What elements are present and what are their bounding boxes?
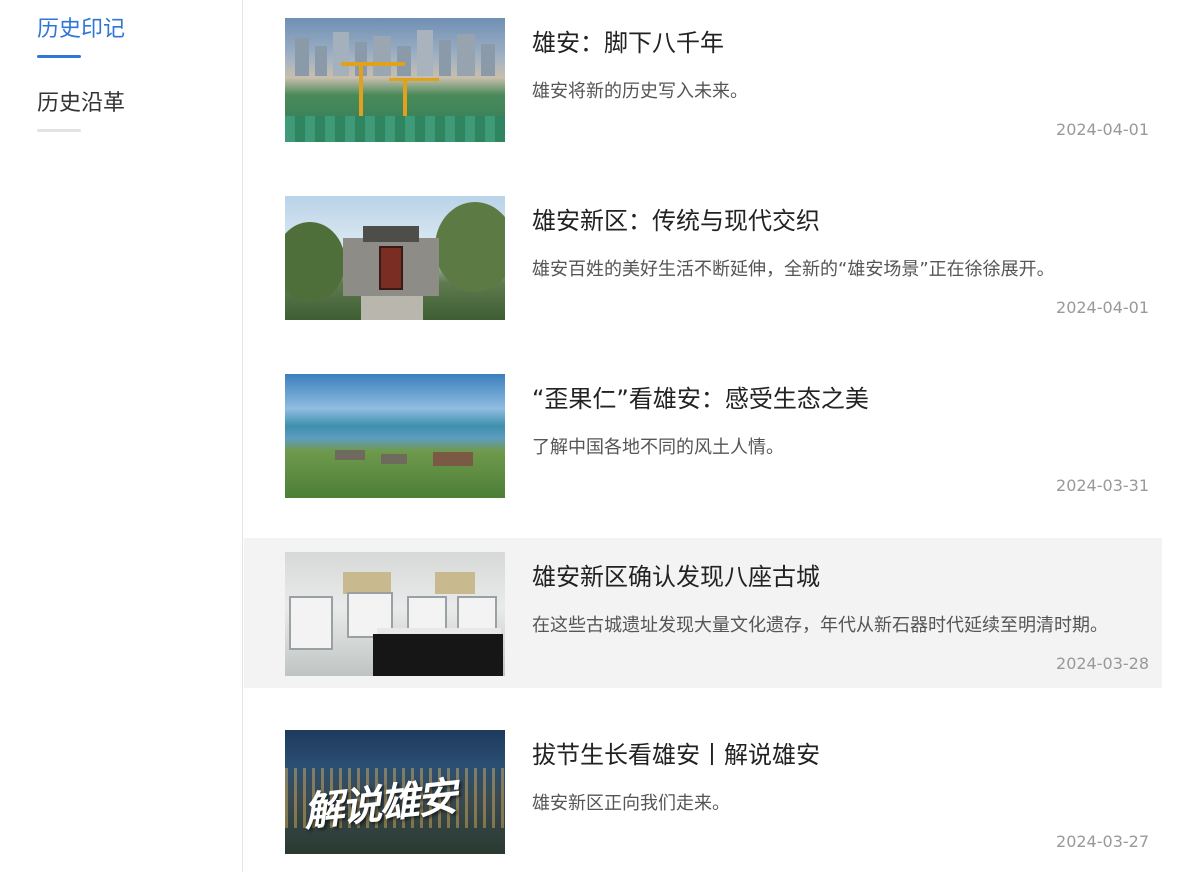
article-date: 2024-03-31 [1056,476,1149,495]
tab-indicator [37,129,81,132]
sidebar-item-label: 历史印记 [37,17,126,42]
article-title[interactable]: 拔节生长看雄安丨解说雄安 [532,738,820,772]
sidebar-item-history-mark[interactable]: 历史印记 [37,15,125,58]
article-item-highlighted[interactable]: 雄安新区确认发现八座古城 在这些古城遗址发现大量文化遗存，年代从新石器时代延续至… [244,538,1162,688]
article-date: 2024-03-27 [1056,832,1149,851]
article-item[interactable]: 雄安：脚下八千年 雄安将新的历史写入未来。 2024-04-01 [244,4,1162,154]
article-title[interactable]: 雄安新区：传统与现代交织 [532,204,820,238]
article-item[interactable]: “歪果仁”看雄安：感受生态之美 了解中国各地不同的风土人情。 2024-03-3… [244,360,1162,510]
article-title[interactable]: 雄安：脚下八千年 [532,26,724,60]
article-description: 雄安新区正向我们走来。 [532,793,730,814]
article-title[interactable]: 雄安新区确认发现八座古城 [532,560,820,594]
article-date: 2024-04-01 [1056,120,1149,139]
sidebar-item-history-evolution[interactable]: 历史沿革 [37,89,125,132]
article-description: 了解中国各地不同的风土人情。 [532,437,784,458]
article-description: 在这些古城遗址发现大量文化遗存，年代从新石器时代延续至明清时期。 [532,615,1108,636]
article-date: 2024-03-28 [1056,654,1149,673]
article-title[interactable]: “歪果仁”看雄安：感受生态之美 [532,382,869,416]
article-date: 2024-04-01 [1056,298,1149,317]
article-thumbnail[interactable] [285,18,505,142]
article-description: 雄安百姓的美好生活不断延伸，全新的“雄安场景”正在徐徐展开。 [532,259,1055,280]
article-thumbnail[interactable] [285,374,505,498]
active-tab-indicator [37,55,81,58]
sidebar-item-label: 历史沿革 [37,91,126,116]
article-thumbnail[interactable] [285,552,505,676]
article-thumbnail[interactable] [285,196,505,320]
article-description: 雄安将新的历史写入未来。 [532,81,748,102]
article-thumbnail[interactable]: 解说雄安 [285,730,505,854]
sidebar: 历史印记 历史沿革 [0,0,243,872]
article-item[interactable]: 解说雄安 拔节生长看雄安丨解说雄安 雄安新区正向我们走来。 2024-03-27 [244,716,1162,866]
article-item[interactable]: 雄安新区：传统与现代交织 雄安百姓的美好生活不断延伸，全新的“雄安场景”正在徐徐… [244,182,1162,332]
